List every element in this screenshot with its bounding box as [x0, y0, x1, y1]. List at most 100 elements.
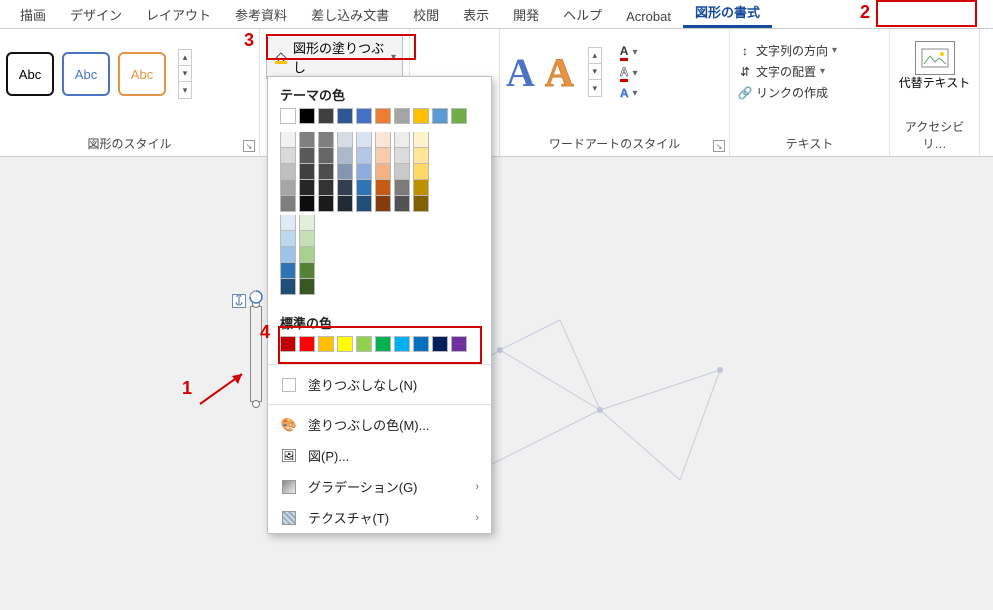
- text-fill-button[interactable]: A▾: [618, 43, 640, 62]
- color-swatch[interactable]: [356, 108, 372, 124]
- tab-draw[interactable]: 描画: [8, 0, 58, 28]
- color-swatch[interactable]: [451, 336, 467, 352]
- color-swatch[interactable]: [394, 336, 410, 352]
- shape-style-preset-3[interactable]: Abc: [118, 52, 166, 96]
- color-swatch[interactable]: [375, 164, 391, 180]
- color-swatch[interactable]: [337, 164, 353, 180]
- color-swatch[interactable]: [375, 148, 391, 164]
- alt-text-button[interactable]: 代替テキスト: [896, 41, 973, 90]
- text-outline-button[interactable]: A▾: [618, 64, 640, 83]
- color-swatch[interactable]: [318, 132, 334, 148]
- color-swatch[interactable]: [413, 108, 429, 124]
- color-swatch[interactable]: [337, 196, 353, 212]
- gallery-expand-icon[interactable]: ▾: [589, 80, 601, 96]
- color-swatch[interactable]: [356, 180, 372, 196]
- color-swatch[interactable]: [375, 196, 391, 212]
- wordart-gallery-scroll[interactable]: ▴ ▾ ▾: [588, 47, 602, 97]
- color-swatch[interactable]: [299, 148, 315, 164]
- color-swatch[interactable]: [356, 336, 372, 352]
- menu-item-no-fill[interactable]: 塗りつぶしなし(N): [268, 369, 491, 400]
- dialog-launcher-shape-styles[interactable]: ↘: [243, 140, 255, 152]
- color-swatch[interactable]: [280, 180, 296, 196]
- color-swatch[interactable]: [280, 336, 296, 352]
- color-swatch[interactable]: [280, 263, 296, 279]
- color-swatch[interactable]: [413, 148, 429, 164]
- color-swatch[interactable]: [318, 336, 334, 352]
- color-swatch[interactable]: [299, 263, 315, 279]
- shape-style-preset-2[interactable]: Abc: [62, 52, 110, 96]
- color-swatch[interactable]: [394, 196, 410, 212]
- tab-layout[interactable]: レイアウト: [134, 0, 223, 28]
- color-swatch[interactable]: [413, 164, 429, 180]
- color-swatch[interactable]: [299, 247, 315, 263]
- color-swatch[interactable]: [299, 132, 315, 148]
- color-swatch[interactable]: [299, 196, 315, 212]
- tab-view[interactable]: 表示: [451, 0, 501, 28]
- color-swatch[interactable]: [356, 164, 372, 180]
- scroll-up-icon[interactable]: ▴: [179, 50, 191, 66]
- selected-shape[interactable]: [250, 306, 262, 402]
- wordart-preset-2[interactable]: A: [545, 49, 574, 96]
- color-swatch[interactable]: [375, 108, 391, 124]
- color-swatch[interactable]: [451, 108, 467, 124]
- gallery-expand-icon[interactable]: ▾: [179, 82, 191, 98]
- color-swatch[interactable]: [413, 132, 429, 148]
- color-swatch[interactable]: [337, 336, 353, 352]
- shape-style-preset-1[interactable]: Abc: [6, 52, 54, 96]
- text-align-button[interactable]: ⇵ 文字の配置▾: [736, 62, 883, 81]
- color-swatch[interactable]: [337, 180, 353, 196]
- menu-item-picture[interactable]: 🖼 図(P)...: [268, 440, 491, 471]
- color-swatch[interactable]: [280, 247, 296, 263]
- color-swatch[interactable]: [432, 108, 448, 124]
- color-swatch[interactable]: [375, 180, 391, 196]
- tab-mailings[interactable]: 差し込み文書: [299, 0, 401, 28]
- color-swatch[interactable]: [280, 196, 296, 212]
- color-swatch[interactable]: [356, 148, 372, 164]
- color-swatch[interactable]: [280, 164, 296, 180]
- color-swatch[interactable]: [337, 108, 353, 124]
- color-swatch[interactable]: [394, 164, 410, 180]
- color-swatch[interactable]: [337, 148, 353, 164]
- menu-item-more-colors[interactable]: 🎨 塗りつぶしの色(M)...: [268, 409, 491, 440]
- resize-handle-bottom[interactable]: [252, 400, 260, 408]
- color-swatch[interactable]: [280, 108, 296, 124]
- dialog-launcher-wordart[interactable]: ↘: [713, 140, 725, 152]
- tab-developer[interactable]: 開発: [501, 0, 551, 28]
- color-swatch[interactable]: [318, 108, 334, 124]
- tab-review[interactable]: 校閲: [401, 0, 451, 28]
- color-swatch[interactable]: [318, 196, 334, 212]
- tab-help[interactable]: ヘルプ: [551, 0, 614, 28]
- color-swatch[interactable]: [356, 196, 372, 212]
- color-swatch[interactable]: [299, 231, 315, 247]
- color-swatch[interactable]: [280, 279, 296, 295]
- scroll-up-icon[interactable]: ▴: [589, 48, 601, 64]
- color-swatch[interactable]: [413, 336, 429, 352]
- text-direction-button[interactable]: ↕ 文字列の方向▾: [736, 41, 883, 60]
- color-swatch[interactable]: [299, 279, 315, 295]
- tab-design[interactable]: デザイン: [58, 0, 134, 28]
- tab-shape-format[interactable]: 図形の書式: [683, 0, 772, 28]
- color-swatch[interactable]: [432, 336, 448, 352]
- color-swatch[interactable]: [280, 215, 296, 231]
- wordart-preset-1[interactable]: A: [506, 49, 535, 96]
- scroll-down-icon[interactable]: ▾: [589, 64, 601, 80]
- color-swatch[interactable]: [413, 180, 429, 196]
- menu-item-gradient[interactable]: グラデーション(G) ›: [268, 471, 491, 502]
- color-swatch[interactable]: [394, 180, 410, 196]
- text-effects-button[interactable]: A▾: [618, 85, 640, 101]
- shape-fill-button[interactable]: 図形の塗りつぶし ▾: [266, 35, 403, 79]
- shape-style-gallery-scroll[interactable]: ▴ ▾ ▾: [178, 49, 192, 99]
- rotation-handle[interactable]: [247, 288, 265, 306]
- color-swatch[interactable]: [394, 108, 410, 124]
- color-swatch[interactable]: [299, 336, 315, 352]
- color-swatch[interactable]: [394, 148, 410, 164]
- color-swatch[interactable]: [280, 148, 296, 164]
- menu-item-texture[interactable]: テクスチャ(T) ›: [268, 502, 491, 533]
- color-swatch[interactable]: [337, 132, 353, 148]
- color-swatch[interactable]: [299, 215, 315, 231]
- color-swatch[interactable]: [318, 148, 334, 164]
- create-link-button[interactable]: 🔗 リンクの作成: [736, 83, 883, 102]
- color-swatch[interactable]: [394, 132, 410, 148]
- color-swatch[interactable]: [375, 132, 391, 148]
- tab-references[interactable]: 参考資料: [223, 0, 299, 28]
